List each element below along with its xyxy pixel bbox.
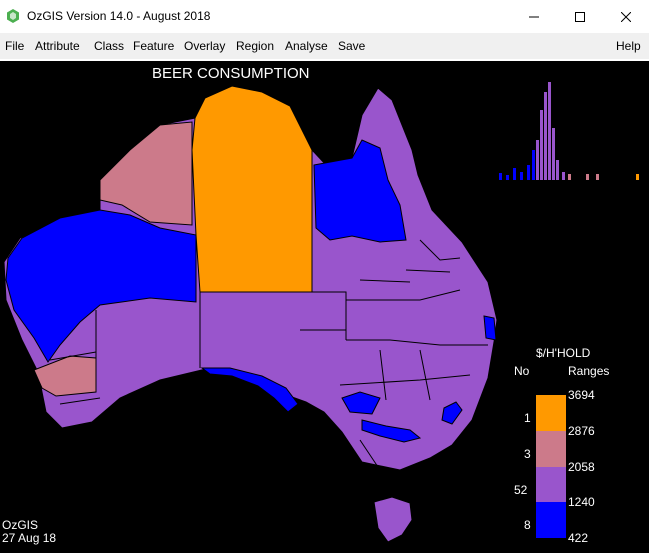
hist-bar bbox=[520, 172, 523, 180]
hist-bar bbox=[540, 110, 543, 180]
legend-count: 8 bbox=[524, 518, 531, 532]
australia-choropleth-map[interactable] bbox=[0, 0, 649, 553]
region-brisbane-blue bbox=[483, 315, 497, 341]
hist-bar bbox=[506, 175, 509, 180]
hist-bar bbox=[636, 174, 639, 180]
legend-col-no: No bbox=[514, 364, 530, 378]
legend-swatch-orange bbox=[536, 395, 566, 431]
legend-swatch-purple bbox=[536, 467, 566, 502]
hist-bar bbox=[586, 174, 589, 180]
hist-bar bbox=[544, 92, 547, 180]
hist-bar bbox=[536, 140, 539, 180]
hist-bar bbox=[556, 160, 559, 180]
hist-bar bbox=[596, 174, 599, 180]
hist-bar bbox=[548, 82, 551, 180]
legend-count: 1 bbox=[524, 411, 531, 425]
histogram bbox=[499, 82, 639, 180]
legend-swatches bbox=[536, 395, 566, 538]
region-tasmania bbox=[373, 496, 413, 543]
legend-count: 3 bbox=[524, 447, 531, 461]
region-nt-orange bbox=[191, 85, 313, 293]
legend-col-ranges: Ranges bbox=[568, 364, 610, 378]
hist-bar bbox=[552, 128, 555, 180]
legend-break-value: 2058 bbox=[568, 460, 595, 474]
legend-count: 52 bbox=[514, 483, 528, 497]
hist-bar bbox=[527, 165, 530, 180]
legend-break-value: 422 bbox=[568, 531, 589, 545]
legend-swatch-blue bbox=[536, 502, 566, 538]
hist-bar bbox=[513, 168, 516, 180]
hist-bar bbox=[568, 174, 571, 180]
legend-swatch-pink bbox=[536, 431, 566, 467]
hist-bar bbox=[562, 172, 565, 180]
legend-break-value: 1240 bbox=[568, 495, 595, 509]
stamp-date: 27 Aug 18 bbox=[2, 531, 57, 545]
map-title: BEER CONSUMPTION bbox=[152, 65, 310, 82]
legend-break-value: 2876 bbox=[568, 424, 595, 438]
hist-bar bbox=[499, 173, 502, 180]
hist-bar bbox=[532, 150, 535, 180]
legend-title: $/H'HOLD bbox=[536, 346, 591, 360]
legend-break-value: 3694 bbox=[568, 388, 595, 402]
